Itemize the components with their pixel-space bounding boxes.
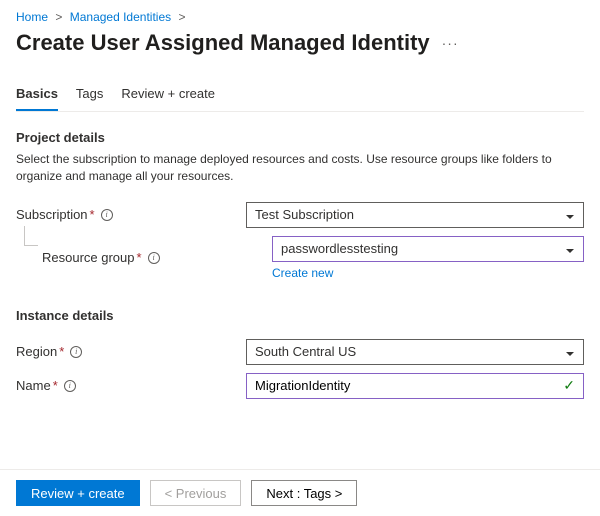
subscription-dropdown[interactable]: Test Subscription <box>246 202 584 228</box>
chevron-right-icon: > <box>178 10 185 24</box>
required-icon: * <box>53 378 58 393</box>
name-field-wrapper: ✓ <box>246 373 584 399</box>
project-details-heading: Project details <box>16 130 584 145</box>
resource-group-label: Resource group <box>42 250 135 265</box>
footer-bar: Review + create < Previous Next : Tags > <box>0 469 600 516</box>
more-actions-icon[interactable]: ··· <box>442 35 459 51</box>
name-label: Name <box>16 378 51 393</box>
breadcrumb-home[interactable]: Home <box>16 10 48 24</box>
next-button[interactable]: Next : Tags > <box>251 480 357 506</box>
tree-connector-line <box>24 226 38 246</box>
region-label: Region <box>16 344 57 359</box>
subscription-value: Test Subscription <box>255 207 354 222</box>
required-icon: * <box>59 344 64 359</box>
required-icon: * <box>137 250 142 265</box>
review-create-button[interactable]: Review + create <box>16 480 140 506</box>
previous-button: < Previous <box>150 480 242 506</box>
page-title: Create User Assigned Managed Identity <box>16 30 430 56</box>
resource-group-value: passwordlesstesting <box>281 241 398 256</box>
info-icon[interactable]: i <box>148 252 160 264</box>
tab-review-create[interactable]: Review + create <box>121 82 215 111</box>
tab-tags[interactable]: Tags <box>76 82 103 111</box>
project-details-description: Select the subscription to manage deploy… <box>16 151 584 186</box>
region-value: South Central US <box>255 344 356 359</box>
create-new-link[interactable]: Create new <box>272 266 333 280</box>
chevron-down-icon <box>565 244 575 254</box>
chevron-right-icon: > <box>55 10 62 24</box>
info-icon[interactable]: i <box>70 346 82 358</box>
name-input[interactable] <box>255 378 563 393</box>
chevron-down-icon <box>565 347 575 357</box>
required-icon: * <box>90 207 95 222</box>
info-icon[interactable]: i <box>101 209 113 221</box>
tab-basics[interactable]: Basics <box>16 82 58 111</box>
checkmark-icon: ✓ <box>563 377 575 394</box>
info-icon[interactable]: i <box>64 380 76 392</box>
tab-bar: Basics Tags Review + create <box>16 82 584 112</box>
breadcrumb: Home > Managed Identities > <box>16 10 584 24</box>
subscription-label: Subscription <box>16 207 88 222</box>
chevron-down-icon <box>565 210 575 220</box>
resource-group-dropdown[interactable]: passwordlesstesting <box>272 236 584 262</box>
instance-details-heading: Instance details <box>16 308 584 323</box>
region-dropdown[interactable]: South Central US <box>246 339 584 365</box>
breadcrumb-managed-identities[interactable]: Managed Identities <box>70 10 171 24</box>
